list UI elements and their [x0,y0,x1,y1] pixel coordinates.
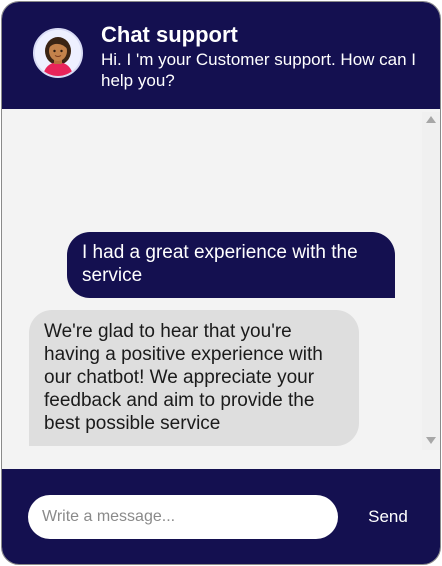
send-button[interactable]: Send [354,495,422,539]
bot-message-bubble: We're glad to hear that you're having a … [29,310,359,446]
message-input[interactable] [28,495,338,539]
support-avatar-icon [33,28,83,78]
chat-composer: Send [2,469,440,564]
chat-header: Chat support Hi. I 'm your Customer supp… [2,2,440,109]
user-message-bubble: I had a great experience with the servic… [67,232,395,298]
chat-subtitle: Hi. I 'm your Customer support. How can … [101,50,417,90]
message-scrollbar[interactable] [422,112,440,450]
message-list[interactable]: I had a great experience with the servic… [2,109,440,470]
chat-title: Chat support [101,22,238,47]
chat-widget: Chat support Hi. I 'm your Customer supp… [1,1,441,565]
scroll-down-icon[interactable] [426,437,436,444]
scroll-up-icon[interactable] [426,116,436,123]
